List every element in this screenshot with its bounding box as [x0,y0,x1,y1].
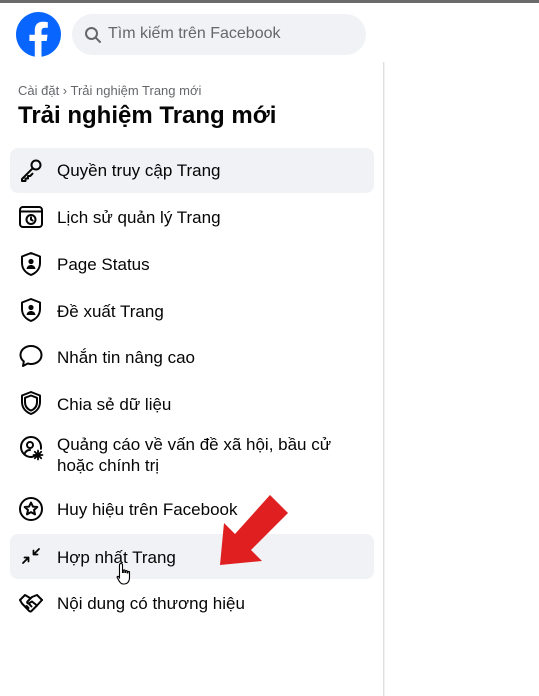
top-bar: Tìm kiếm trên Facebook [0,0,539,62]
search-bar[interactable]: Tìm kiếm trên Facebook [72,14,366,55]
merge-arrows-icon [18,543,44,569]
menu-item-label: Chia sẻ dữ liệu [57,395,172,414]
person-gear-icon [18,435,44,461]
menu-item-label: Quyền truy cập Trang [57,161,221,180]
menu-item-management-history[interactable]: Lịch sử quản lý Trang [10,195,374,240]
content-area [385,62,539,696]
menu-item-political-ads[interactable]: Quảng cáo về vấn đề xã hội, bầu cử hoặc … [10,428,374,486]
page-title: Trải nghiệm Trang mới [18,102,277,129]
menu-item-data-sharing[interactable]: Chia sẻ dữ liệu [10,381,374,426]
facebook-logo-icon[interactable] [16,12,61,57]
menu-item-advanced-messaging[interactable]: Nhắn tin nâng cao [10,334,374,379]
annotation-arrow-icon [218,493,292,567]
menu-item-branded-content[interactable]: Nội dung có thương hiệu [10,581,374,626]
menu-item-page-access[interactable]: Quyền truy cập Trang [10,148,374,193]
menu-item-page-recommendations[interactable]: Đề xuất Trang [10,288,374,333]
star-badge-icon [18,496,44,522]
menu-item-page-status[interactable]: Page Status [10,242,374,287]
menu-item-label: Đề xuất Trang [57,302,164,321]
menu-item-label: Nhắn tin nâng cao [57,348,195,367]
menu-item-label: Page Status [57,255,150,274]
menu-item-label: Huy hiệu trên Facebook [57,500,238,519]
chat-bubble-icon [18,343,44,369]
menu-item-merge-pages[interactable]: Hợp nhất Trang [10,534,374,579]
hand-cursor-icon [116,562,134,586]
shield-icon [18,390,44,416]
menu-item-facebook-badges[interactable]: Huy hiệu trên Facebook [10,487,374,532]
shield-person-icon [18,251,44,277]
settings-sidebar: Cài đặt › Trải nghiệm Trang mới Trải ngh… [0,62,384,696]
history-icon [18,204,44,230]
handshake-icon [18,590,44,616]
shield-person-icon [18,297,44,323]
search-input[interactable]: Tìm kiếm trên Facebook [108,25,281,43]
menu-item-label: Lịch sử quản lý Trang [57,208,221,227]
search-icon [84,26,102,44]
menu-item-label: Quảng cáo về vấn đề xã hội, bầu cử hoặc … [57,435,332,475]
menu-item-label: Nội dung có thương hiệu [57,594,245,613]
breadcrumb[interactable]: Cài đặt › Trải nghiệm Trang mới [18,83,201,98]
key-icon [18,157,44,183]
